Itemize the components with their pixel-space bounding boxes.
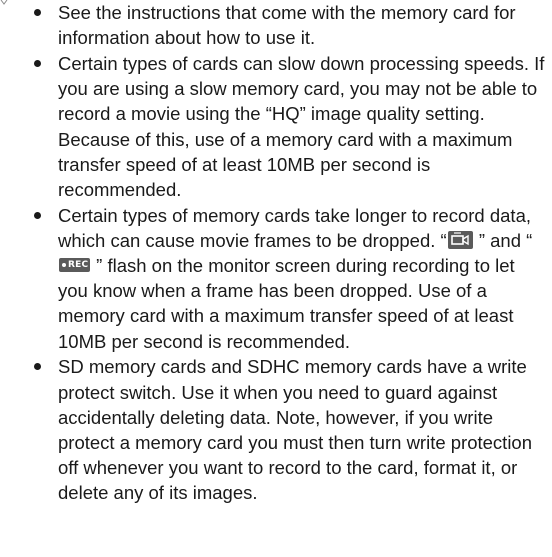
note-text: SD memory cards and SDHC memory cards ha… bbox=[58, 356, 533, 504]
note-text: See the instructions that come with the … bbox=[58, 2, 516, 49]
note-instructions: See the instructions that come with the … bbox=[0, 0, 552, 50]
movie-camera-icon bbox=[447, 230, 473, 249]
rec-dot bbox=[62, 263, 66, 268]
rec-indicator-icon: REC bbox=[59, 258, 90, 273]
note-text: Certain types of cards can slow down pro… bbox=[58, 52, 545, 200]
note-dropped-frames: Certain types of memory cards take longe… bbox=[0, 203, 552, 354]
rec-label: REC bbox=[68, 260, 89, 271]
manual-page: See the instructions that come with the … bbox=[0, 0, 552, 557]
note-write-protect: SD memory cards and SDHC memory cards ha… bbox=[0, 354, 552, 505]
bullet-dot bbox=[34, 363, 41, 371]
notes-bullet-list: See the instructions that come with the … bbox=[0, 0, 552, 506]
bullet-dot bbox=[34, 211, 41, 219]
bullet-dot bbox=[34, 9, 41, 16]
bullet-dot bbox=[34, 59, 41, 67]
note-text-part3: ” flash on the monitor screen during rec… bbox=[58, 255, 515, 352]
note-text-part2: ” and “ bbox=[473, 229, 533, 251]
note-slow-cards: Certain types of cards can slow down pro… bbox=[0, 51, 552, 202]
